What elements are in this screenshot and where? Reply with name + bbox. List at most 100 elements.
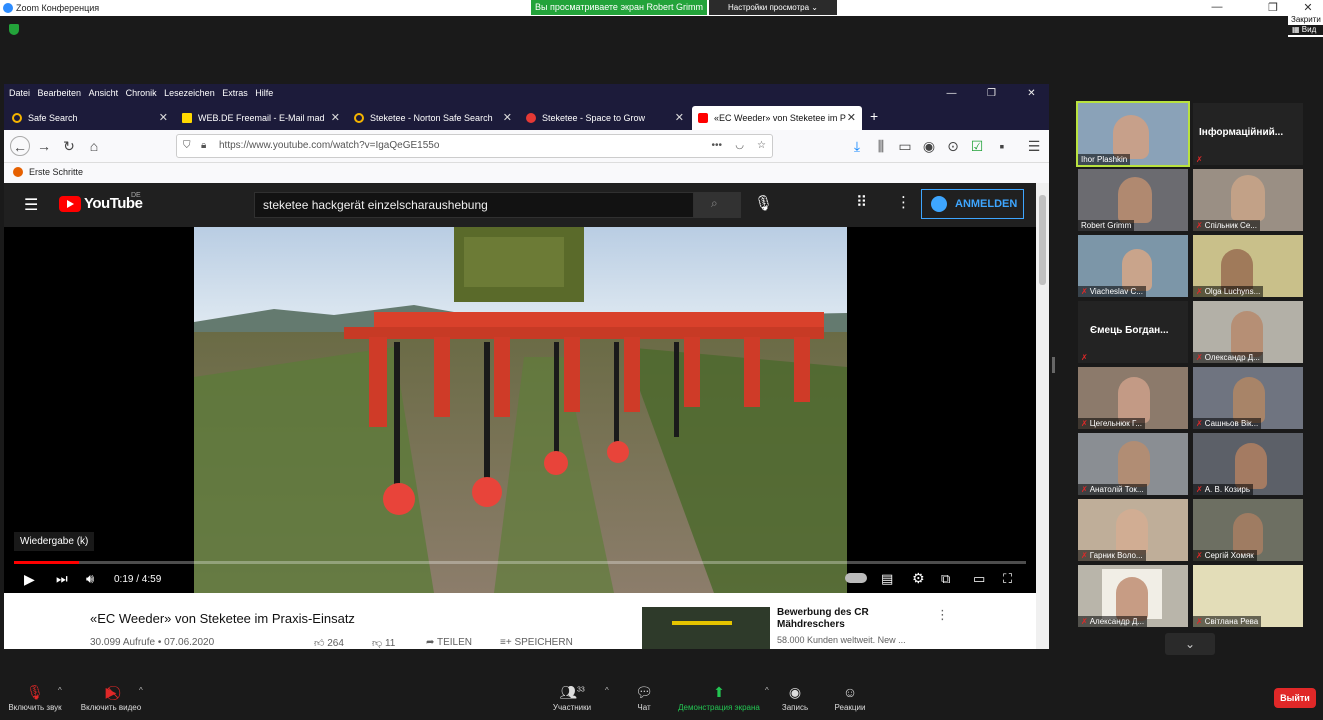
exit-fullscreen-label[interactable]: Закрити [1291,15,1323,25]
browser-restore-icon[interactable]: ❐ [974,88,1009,99]
recommended-thumbnail[interactable] [642,607,770,649]
youtube-search-button[interactable]: ⌕ [694,192,741,218]
participant-tile[interactable]: ✗ Александр Д... [1078,565,1188,627]
account-icon[interactable]: ◉ [919,136,939,156]
url-bar[interactable]: ⛉ 🔒︎ https://www.youtube.com/watch?v=Iga… [176,134,773,158]
record-button[interactable]: ◉ Запись [776,672,814,712]
download-icon[interactable]: ⤓ [847,136,867,156]
progress-bar[interactable] [14,561,1026,564]
view-label[interactable]: ▦ Вид [1288,25,1323,35]
pocket-icon[interactable]: ◡ [735,135,744,157]
tab-webde[interactable]: WEB.DE Freemail - E-Mail mad ✕ [176,106,346,130]
fullscreen-icon[interactable]: ⛶ [1003,571,1012,587]
video-frame[interactable] [194,227,847,593]
share-screen-button[interactable]: ⬆︎ Демонстрация экрана [672,672,766,712]
browser-close-icon[interactable]: ✕ [1014,88,1049,99]
settings-more-icon[interactable]: ⋮ [896,193,911,211]
extension-icon[interactable]: ▪ [992,136,1012,156]
participant-tile[interactable]: ✗ Гарник Воло... [1078,499,1188,561]
encryption-shield-icon[interactable] [9,24,19,35]
minimize-icon[interactable]: — [1202,1,1232,13]
menu-chronik[interactable]: Chronik [126,88,157,98]
sidebar-icon[interactable]: ▭ [895,136,915,156]
tab-norton-search[interactable]: Steketee - Norton Safe Search ✕ [348,106,518,130]
extension-search-icon[interactable]: ⊙ [943,136,963,156]
panel-resize-handle[interactable] [1052,357,1055,373]
participants-button[interactable]: 👥︎33 Участники [546,672,598,712]
participant-tile[interactable]: ✗ Сергій Хомяк [1193,499,1303,561]
menu-bearbeiten[interactable]: Bearbeiten [38,88,82,98]
tab-steketee[interactable]: Steketee - Space to Grow ✕ [520,106,690,130]
reactions-button[interactable]: ☺ Реакции [828,672,872,712]
menu-extras[interactable]: Extras [222,88,248,98]
start-video-button[interactable]: ▶︎⃠ Включить видео [76,672,146,712]
tab-close-icon[interactable]: ✕ [675,106,684,130]
new-tab-icon[interactable]: + [870,108,878,124]
participants-chevron-icon[interactable]: ^ [605,686,609,695]
like-button[interactable]: 👍︎ 264 [314,637,344,649]
video-options-chevron-icon[interactable]: ^ [139,686,143,695]
miniplayer-icon[interactable]: ⧉ [941,571,950,587]
audio-options-chevron-icon[interactable]: ^ [58,686,62,695]
youtube-search-input[interactable]: steketee hackgerät einzelscharaushebung [254,192,694,218]
participant-tile[interactable]: Ihor Plashkin [1076,101,1190,167]
page-scrollbar[interactable] [1036,183,1049,649]
apps-grid-icon[interactable]: ⠿ [856,193,867,211]
video-player[interactable]: Wiedergabe (k) ▶ ⏭︎ 🔊︎ 0:19 / 4:59 ▤ ⚙ ⧉… [4,227,1036,593]
volume-icon[interactable]: 🔊︎ [86,571,94,587]
participant-tile[interactable]: ✗ Спільник Се... [1193,169,1303,231]
view-settings-button[interactable]: Настройки просмотра ⌄ [709,0,837,15]
participant-tile[interactable]: Інформаційний... ✗ [1193,103,1303,165]
participant-tile[interactable]: ✗ Анатолій Ток... [1078,433,1188,495]
page-actions-icon[interactable]: ••• [711,135,722,157]
youtube-logo-icon[interactable] [59,196,81,212]
gallery-next-page-chevron-down-icon[interactable]: ⌄ [1165,633,1215,655]
participant-tile[interactable]: ✗ Світлана Рева [1193,565,1303,627]
tab-close-icon[interactable]: ✕ [847,106,856,130]
participant-tile[interactable]: ✗ Олександр Д... [1193,301,1303,363]
bookmark-star-icon[interactable]: ☆ [757,135,766,157]
close-icon[interactable]: ✕ [1293,1,1323,14]
chat-button[interactable]: 💬︎ Чат [626,672,662,712]
tab-youtube-active[interactable]: «EC Weeder» von Steketee im P ✕ [692,106,862,130]
participant-tile[interactable]: ✗ Сашньов Вік... [1193,367,1303,429]
scrollbar-thumb[interactable] [1039,195,1046,285]
participant-tile[interactable]: ✗ Olga Luchyns... [1193,235,1303,297]
tab-close-icon[interactable]: ✕ [503,106,512,130]
participant-tile[interactable]: Robert Grimm [1078,169,1188,231]
theater-mode-icon[interactable]: ▭ [973,571,985,587]
browser-minimize-icon[interactable]: — [934,88,969,99]
bookmark-erste-schritte[interactable]: Erste Schritte [29,167,83,177]
menu-ansicht[interactable]: Ansicht [89,88,119,98]
leave-button[interactable]: Выйти [1274,688,1316,708]
menu-hilfe[interactable]: Hilfe [255,88,273,98]
next-icon[interactable]: ⏭︎ [56,571,68,587]
subtitles-icon[interactable]: ▤ [881,571,893,587]
back-icon[interactable]: ← [10,136,30,156]
participant-tile[interactable]: Ємець Богдан... ✗ [1078,301,1188,363]
library-icon[interactable]: ⫼ [871,136,891,156]
reload-icon[interactable]: ↻ [59,136,79,156]
recommended-title[interactable]: Bewerbung des CR Mähdreschers [777,607,927,631]
tab-close-icon[interactable]: ✕ [331,106,340,130]
participant-tile[interactable]: ✗ Цегельнюк Г... [1078,367,1188,429]
restore-icon[interactable]: ❐ [1258,1,1288,14]
settings-gear-icon[interactable]: ⚙ [912,570,925,587]
share-button[interactable]: ➦ TEILEN [426,637,472,648]
autoplay-toggle[interactable] [845,573,867,583]
tab-close-icon[interactable]: ✕ [159,106,168,130]
participant-tile[interactable]: ✗ Viacheslav C... [1078,235,1188,297]
tab-safe-search[interactable]: Safe Search ✕ [6,106,174,130]
participant-tile[interactable]: ✗ А. В. Козирь [1193,433,1303,495]
unmute-button[interactable]: 🎙︎ Включить звук [4,672,66,712]
recommended-more-icon[interactable]: ⋮ [936,607,949,623]
forward-icon[interactable]: → [34,136,54,156]
save-button[interactable]: ≡+ SPEICHERN [500,637,573,648]
play-icon[interactable]: ▶ [24,571,35,588]
zoom-view-panel[interactable]: Закрити ▦ Вид [1288,15,1323,37]
menu-lesezeichen[interactable]: Lesezeichen [164,88,215,98]
share-options-chevron-icon[interactable]: ^ [765,686,769,695]
hamburger-menu-icon[interactable]: ☰ [24,195,38,215]
menu-datei[interactable]: Datei [9,88,30,98]
norton-check-icon[interactable]: ☑ [967,136,987,156]
